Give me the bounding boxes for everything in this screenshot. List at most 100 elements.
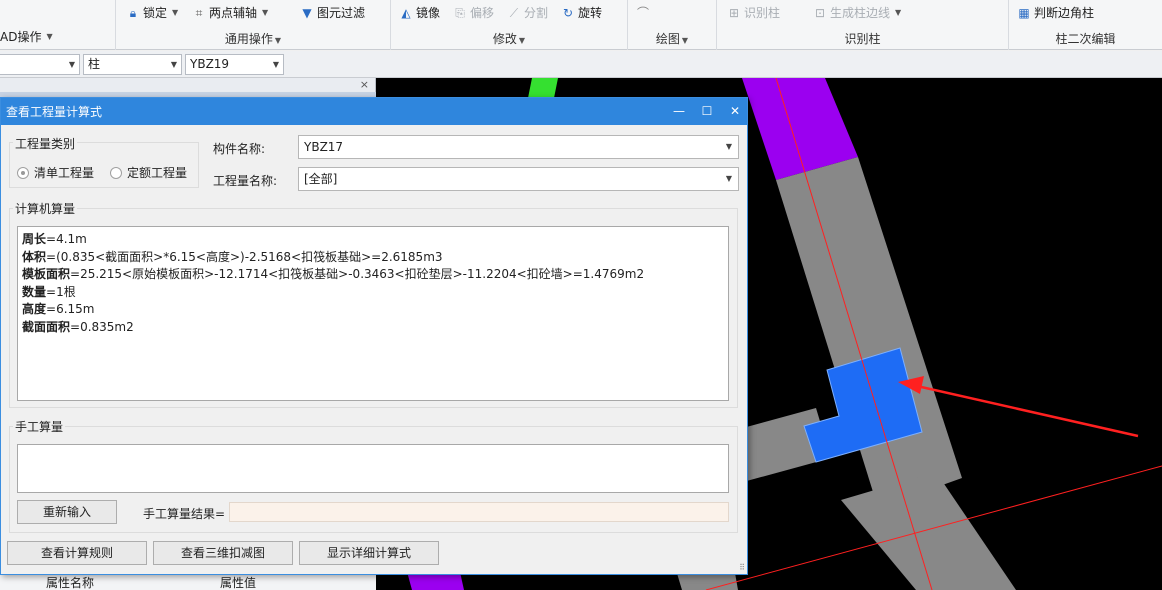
chevron-down-icon: ▼ [274, 36, 282, 45]
radio-bill-quantity[interactable]: 清单工程量 [17, 164, 94, 181]
close-icon[interactable]: × [360, 78, 369, 91]
modify-caption[interactable]: 修改 ▼ [391, 30, 627, 47]
quantity-name-combo[interactable]: [全部] ▼ [298, 167, 739, 191]
calc-line-expression: =6.15m [46, 302, 95, 316]
calc-line-expression: =4.1m [46, 232, 87, 246]
radio-indicator [17, 166, 29, 179]
ribbon-toolbar: AD操作 ▼ 🔒︎ 锁定 ▼ ⌗ 两点辅轴 ▼ ▼ 图元过滤 通用操作 ▼ ◭ 镜… [0, 0, 1162, 50]
member-name-combo[interactable]: YBZ17 ▼ [298, 135, 739, 159]
column-icon: ⊞ [728, 6, 740, 20]
maximize-icon[interactable]: ☐ [698, 102, 716, 120]
generate-edge-button[interactable]: ⊡ 生成柱边线 ▼ [813, 4, 901, 22]
quantity-name-combo-value: [全部] [304, 172, 338, 186]
rotate-button[interactable]: ↻ 旋转 [561, 4, 602, 22]
offset-button[interactable]: ⎘ 偏移 [453, 4, 494, 22]
chevron-down-icon: ▼ [172, 8, 179, 17]
identify-column-label: 识别柱 [744, 6, 781, 20]
chevron-down-icon: ▼ [518, 36, 526, 45]
calc-line-key: 周长 [22, 232, 47, 246]
member-name-selector[interactable]: YBZ19 ▼ [185, 54, 284, 75]
calc-line: 数量=1根 [22, 284, 728, 302]
radio-quota-quantity[interactable]: 定额工程量 [110, 164, 187, 181]
rotate-label: 旋转 [578, 6, 603, 20]
calc-formula-lines: 周长=4.1m 体积=(0.835<截面面积>*6.15<高度>)-2.5168<… [22, 231, 728, 336]
element-filter-button[interactable]: ▼ 图元过滤 [300, 4, 365, 22]
calc-line-key: 体积 [22, 249, 47, 264]
general-ops-caption[interactable]: 通用操作 ▼ [116, 30, 390, 47]
gray-column-member-lower [841, 472, 1016, 590]
resize-grip-icon[interactable]: ⠿ [739, 563, 745, 572]
chevron-down-icon: ▼ [262, 8, 269, 17]
grid-icon: ▦ [1018, 6, 1030, 20]
lock-button[interactable]: 🔒︎ 锁定 ▼ [126, 4, 178, 22]
radio-bill-label: 清单工程量 [34, 166, 95, 180]
judge-corner-column-button[interactable]: ▦ 判断边角柱 [1017, 4, 1094, 22]
draw-caption[interactable]: 绘图 ▼ [628, 30, 716, 47]
show-detailed-formula-button[interactable]: 显示详细计算式 [299, 541, 439, 565]
identify-column-group: ⊞ 识别柱 ⊡ 生成柱边线 ▼ 识别柱 [717, 0, 1009, 50]
calc-line-key: 模板面积 [22, 267, 71, 281]
calc-line: 模板面积=25.215<原始模板面积>-12.1714<扣筏板基础>-0.346… [22, 266, 728, 284]
floor-selector[interactable]: ▼ [0, 54, 80, 75]
close-icon[interactable]: ✕ [726, 102, 744, 120]
offset-icon: ⎘ [455, 6, 465, 20]
polyline-tool-button[interactable]: ⌒ [636, 4, 650, 22]
member-name-value: YBZ19 [190, 57, 230, 71]
radio-quota-label: 定额工程量 [127, 166, 188, 180]
cad-ops-group: AD操作 ▼ [0, 0, 116, 50]
general-ops-group: 🔒︎ 锁定 ▼ ⌗ 两点辅轴 ▼ ▼ 图元过滤 通用操作 ▼ [116, 0, 391, 50]
offset-label: 偏移 [470, 6, 495, 20]
chevron-down-icon: ▼ [895, 8, 902, 17]
rotate-icon: ↻ [562, 6, 574, 20]
split-button[interactable]: ⟋ 分割 [507, 4, 548, 22]
computer-calc-label: 计算机算量 [13, 200, 78, 217]
view-calc-rules-button[interactable]: 查看计算规则 [7, 541, 147, 565]
calc-line: 周长=4.1m [22, 231, 728, 249]
green-member [528, 78, 558, 98]
mirror-icon: ◭ [401, 6, 411, 20]
calc-line-key: 截面面积 [22, 319, 71, 334]
quantity-formula-dialog: 查看工程量计算式 — ☐ ✕ 工程量类别 清单工程量 定额工程量 构件名称: Y… [0, 97, 748, 575]
property-name-header: 属性名称 [46, 576, 95, 590]
radio-indicator [110, 166, 122, 179]
calc-line-key: 数量 [22, 284, 47, 299]
member-type-selector[interactable]: 柱 ▼ [83, 54, 182, 75]
cad-ops-menu[interactable]: AD操作 ▼ [0, 28, 53, 46]
mirror-button[interactable]: ◭ 镜像 [399, 4, 440, 22]
member-name-label: 构件名称: [213, 142, 266, 156]
chevron-down-icon: ▼ [681, 36, 689, 45]
calc-line-key: 高度 [22, 302, 47, 316]
calc-line-expression: =(0.835<截面面积>*6.15<高度>)-2.5168<扣筏板基础>=2.… [46, 249, 443, 264]
calc-line-expression: =25.215<原始模板面积>-12.1714<扣筏板基础>-0.3463<扣砼… [70, 267, 645, 281]
cad-ops-label: AD操作 [0, 30, 42, 44]
view-3d-deduction-button[interactable]: 查看三维扣减图 [153, 541, 293, 565]
manual-result-label: 手工算量结果= [143, 507, 226, 521]
identify-column-button[interactable]: ⊞ 识别柱 [727, 4, 780, 22]
lock-label: 锁定 [143, 6, 168, 20]
column-secondary-edit-group: ▦ 判断边角柱 柱二次编辑 [1009, 0, 1162, 50]
chevron-down-icon: ▼ [68, 60, 75, 69]
generate-edge-label: 生成柱边线 [830, 6, 891, 20]
property-grid-header: 属性名称 属性值 [0, 574, 376, 590]
manual-calc-textbox[interactable] [17, 444, 729, 493]
judge-corner-label: 判断边角柱 [1034, 6, 1095, 20]
calc-formula-textbox[interactable]: 周长=4.1m 体积=(0.835<截面面积>*6.15<高度>)-2.5168<… [17, 226, 729, 401]
filter-label: 图元过滤 [317, 6, 366, 20]
calc-line-expression: =0.835m2 [70, 319, 134, 334]
selector-bar: ▼ 柱 ▼ YBZ19 ▼ [0, 51, 1162, 78]
chevron-down-icon: ▼ [46, 32, 53, 41]
modify-group: ◭ 镜像 ⎘ 偏移 ⟋ 分割 ↻ 旋转 修改 ▼ [391, 0, 628, 50]
split-icon: ⟋ [509, 6, 519, 20]
minimize-icon[interactable]: — [670, 102, 688, 120]
member-name-combo-value: YBZ17 [304, 140, 344, 154]
edge-icon: ⊡ [814, 6, 826, 20]
axis-icon: ⌗ [195, 6, 203, 20]
dialog-title: 查看工程量计算式 [6, 105, 103, 119]
reinput-button[interactable]: 重新输入 [17, 500, 117, 524]
calc-line-expression: =1根 [46, 284, 76, 299]
two-point-axis-button[interactable]: ⌗ 两点辅轴 ▼ [192, 4, 269, 22]
manual-calc-label: 手工算量 [13, 418, 66, 435]
calc-line: 体积=(0.835<截面面积>*6.15<高度>)-2.5168<扣筏板基础>=… [22, 249, 728, 267]
dialog-titlebar[interactable]: 查看工程量计算式 — ☐ ✕ [1, 98, 747, 125]
split-label: 分割 [524, 6, 549, 20]
